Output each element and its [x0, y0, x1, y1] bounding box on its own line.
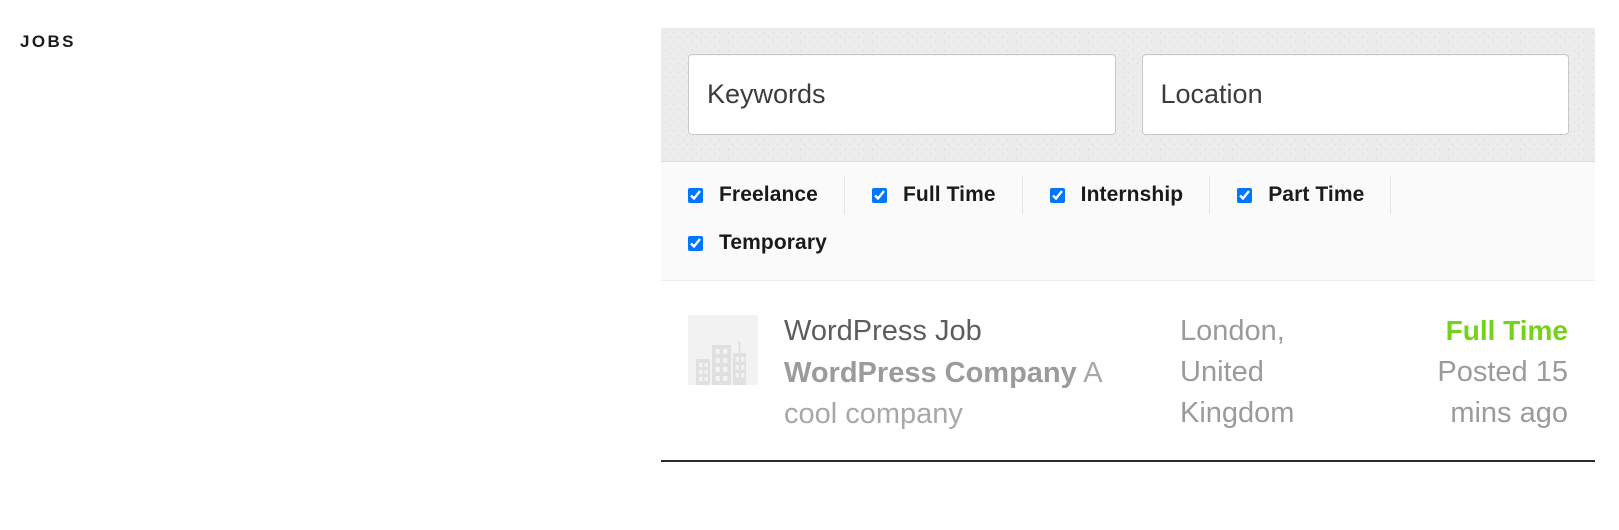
location-field-wrapper: [1141, 54, 1569, 135]
job-type-badge: Full Time: [1445, 315, 1568, 346]
filter-temporary[interactable]: Temporary: [661, 224, 853, 262]
job-meta: Full Time Posted 15 mins ago: [1380, 311, 1595, 434]
filter-internship-checkbox[interactable]: [1049, 187, 1065, 203]
filter-freelance-checkbox[interactable]: [688, 187, 703, 203]
job-type-filters: Freelance Full Time Internship Part Time…: [661, 162, 1595, 281]
job-company-line: WordPress Company A cool company: [784, 353, 1160, 435]
filter-freelance[interactable]: Freelance: [661, 176, 845, 214]
filter-part-time-checkbox[interactable]: [1237, 187, 1253, 203]
keywords-field-wrapper: [688, 54, 1116, 135]
keywords-input[interactable]: [688, 54, 1116, 135]
job-location: London, United Kingdom: [1180, 315, 1295, 430]
filter-row-secondary: Temporary: [661, 224, 1595, 262]
filter-temporary-label: Temporary: [719, 231, 827, 254]
location-input[interactable]: [1141, 54, 1569, 135]
job-search-form: [661, 28, 1595, 162]
filter-internship-label: Internship: [1080, 183, 1184, 206]
job-list-item[interactable]: WordPress Job WordPress Company A cool c…: [661, 281, 1595, 462]
job-list: WordPress Job WordPress Company A cool c…: [661, 281, 1595, 462]
filter-part-time[interactable]: Part Time: [1210, 176, 1392, 214]
filter-freelance-label: Freelance: [719, 183, 818, 206]
job-title[interactable]: WordPress Job: [784, 311, 1160, 352]
job-posted-date: Posted 15 mins ago: [1437, 355, 1568, 429]
company-buildings-placeholder-icon: [688, 315, 758, 385]
filter-temporary-checkbox[interactable]: [688, 235, 703, 251]
job-details: WordPress Job WordPress Company A cool c…: [784, 311, 1180, 436]
filter-full-time-checkbox[interactable]: [871, 187, 887, 203]
filter-row-primary: Freelance Full Time Internship Part Time: [661, 176, 1595, 214]
filter-part-time-label: Part Time: [1268, 183, 1365, 206]
filter-full-time-label: Full Time: [902, 183, 996, 206]
filter-internship[interactable]: Internship: [1023, 176, 1211, 214]
page-title: JOBS: [20, 32, 76, 51]
job-company-name: WordPress Company: [784, 357, 1077, 390]
job-listings-widget: Freelance Full Time Internship Part Time…: [661, 28, 1595, 462]
filter-full-time[interactable]: Full Time: [845, 176, 1023, 214]
